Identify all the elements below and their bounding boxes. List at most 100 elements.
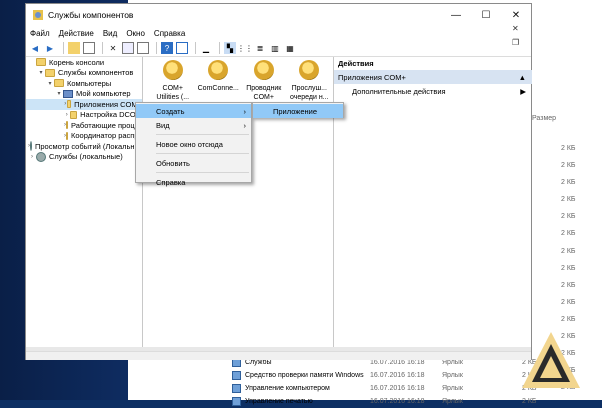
gear-icon: [299, 60, 320, 80]
underline-icon[interactable]: ▁: [200, 42, 212, 54]
menu-bar: Файл Действие Вид Окно Справка: [26, 26, 531, 40]
file-size-cell: 2 КБ: [561, 179, 576, 187]
file-size-cell: 2 КБ: [561, 298, 576, 306]
file-size-cell: 2 КБ: [561, 264, 576, 272]
tree-item[interactable]: › Просмотр событий (Локальный): [26, 141, 142, 152]
list-view-icon[interactable]: ≣: [254, 42, 266, 54]
component-item-label: COM+: [253, 94, 274, 101]
mdi-restore-button[interactable]: ❐: [512, 38, 519, 47]
component-icons: COM+ Utilities (... ComConne... Проводник CO…: [144, 57, 332, 102]
tree-item[interactable]: › Службы (локальные): [26, 151, 142, 163]
file-size-cell: 2 КБ: [561, 230, 576, 238]
gear-icon: [208, 60, 229, 80]
shortcut-icon: [232, 384, 241, 393]
gear-icon: [162, 60, 183, 80]
gear-icon: [36, 151, 46, 162]
large-icons-view-icon[interactable]: ▚: [224, 42, 236, 54]
tree-item[interactable]: › Настройка DCOM: [26, 110, 142, 121]
context-menu-item[interactable]: Справка: [136, 175, 251, 189]
component-item[interactable]: COM+ Utilities (...: [150, 60, 196, 102]
context-menu-item[interactable]: Создать ›: [136, 104, 251, 118]
size-column-header[interactable]: Размер: [532, 115, 556, 122]
maximize-button[interactable]: ☐: [471, 4, 501, 26]
file-row[interactable]: Управление печатью 16.07.2016 16:18 Ярлык 2…: [232, 395, 602, 408]
tree-item[interactable]: ▾ Мой компьютер: [26, 89, 142, 100]
menu-separator: [156, 172, 249, 173]
center-pane: COM+ Utilities (... ComConne... Проводник CO…: [144, 57, 332, 347]
actions-selected-item[interactable]: Приложения COM+ ▲: [334, 70, 532, 84]
component-item[interactable]: Прослуш... очереди н...: [287, 60, 333, 102]
tree-item[interactable]: ›Координатор распределенных транзакций: [26, 131, 142, 142]
collapse-up-icon[interactable]: ▲: [519, 73, 526, 82]
file-name: Службы: [245, 359, 272, 366]
component-item[interactable]: ComConne...: [196, 60, 242, 102]
folder-icon: [36, 58, 46, 67]
actions-header: Действия: [338, 59, 374, 68]
expand-arrow-icon[interactable]: ▾: [37, 69, 45, 76]
back-arrow-icon[interactable]: ◀: [29, 42, 41, 54]
minimize-button[interactable]: —: [441, 4, 471, 26]
forward-arrow-icon[interactable]: ▶: [44, 42, 56, 54]
folder-icon: [66, 121, 68, 130]
component-item-label: Utilities (...: [156, 94, 190, 101]
component-item-label: Прослуш...: [291, 85, 327, 92]
export-list-icon[interactable]: [137, 42, 149, 54]
shortcut-icon: [232, 371, 241, 380]
menu-item[interactable]: Файл: [30, 29, 50, 38]
component-item[interactable]: Проводник COM+: [241, 60, 287, 102]
folder-icon: [66, 131, 68, 140]
menu-item[interactable]: Действие: [59, 29, 94, 38]
menu-separator: [156, 134, 249, 135]
view-options-icon[interactable]: ▦: [284, 42, 296, 54]
submenu-item-application[interactable]: Приложение: [253, 104, 343, 118]
file-date: 16.07.2016 16:18: [370, 372, 425, 379]
more-actions-item[interactable]: Дополнительные действия ▶: [334, 84, 532, 98]
console-icon[interactable]: [176, 42, 188, 54]
menu-item[interactable]: Справка: [154, 29, 185, 38]
tree-item-label: Просмотр событий (Локальный): [35, 141, 143, 151]
file-type: Ярлык: [442, 359, 463, 366]
context-menu-item-label: Справка: [156, 177, 186, 187]
help-icon[interactable]: ?: [161, 42, 173, 54]
file-size-cell: 2 КБ: [561, 281, 576, 289]
up-folder-icon[interactable]: [68, 42, 80, 54]
small-icons-view-icon[interactable]: ⋮⋮: [237, 42, 253, 54]
context-menu-item[interactable]: Новое окно отсюда: [136, 137, 251, 151]
properties-icon[interactable]: [122, 42, 134, 54]
mdi-close-button[interactable]: ✕: [512, 24, 519, 33]
tree-item[interactable]: ▾ Службы компонентов: [26, 68, 142, 79]
expand-arrow-icon[interactable]: ›: [28, 154, 36, 160]
component-services-window: Службы компонентов — ☐ ✕ Файл Действие Вид…: [25, 3, 532, 360]
file-size-cell: 2 КБ: [561, 162, 576, 170]
delete-icon[interactable]: ✕: [107, 42, 119, 54]
tree-item[interactable]: ▾ Компьютеры: [26, 78, 142, 89]
tree-item[interactable]: Корень консоли: [26, 57, 142, 68]
tree-item[interactable]: › Приложения COM+: [26, 99, 142, 110]
expand-arrow-icon[interactable]: ▾: [46, 80, 54, 87]
context-menu-item[interactable]: Вид ›: [136, 118, 251, 132]
tree-item-label: Координатор распределенных транзакций: [71, 131, 142, 141]
title-bar[interactable]: Службы компонентов — ☐ ✕: [26, 4, 531, 26]
menu-item[interactable]: Окно: [126, 29, 145, 38]
expand-arrow-icon[interactable]: ▾: [55, 90, 63, 97]
submenu-item-label: Приложение: [273, 106, 317, 116]
expand-arrow-icon[interactable]: ›: [64, 112, 70, 118]
close-button[interactable]: ✕: [501, 4, 531, 26]
file-name: Управление компьютером: [245, 385, 330, 392]
detail-view-icon[interactable]: ▥: [269, 42, 281, 54]
tree-item[interactable]: ›Работающие процессы: [26, 120, 142, 131]
toolbar-separator: [156, 42, 157, 54]
status-bar: [26, 351, 531, 360]
show-tree-icon[interactable]: [83, 42, 95, 54]
context-menu-item[interactable]: Обновить: [136, 156, 251, 170]
actions-selected-label: Приложения COM+: [338, 72, 406, 82]
file-size-cell: 2 КБ: [561, 145, 576, 152]
tree-item-label: Работающие процессы: [71, 120, 142, 130]
tree-item-label: Службы (локальные): [49, 152, 123, 162]
component-item-label: очереди н...: [289, 94, 329, 101]
computer-icon: [63, 89, 73, 98]
site-logo: [522, 332, 580, 388]
menu-item[interactable]: Вид: [103, 29, 117, 38]
expand-right-icon: ▶: [520, 86, 526, 96]
tree-item-label: Компьютеры: [67, 78, 112, 88]
